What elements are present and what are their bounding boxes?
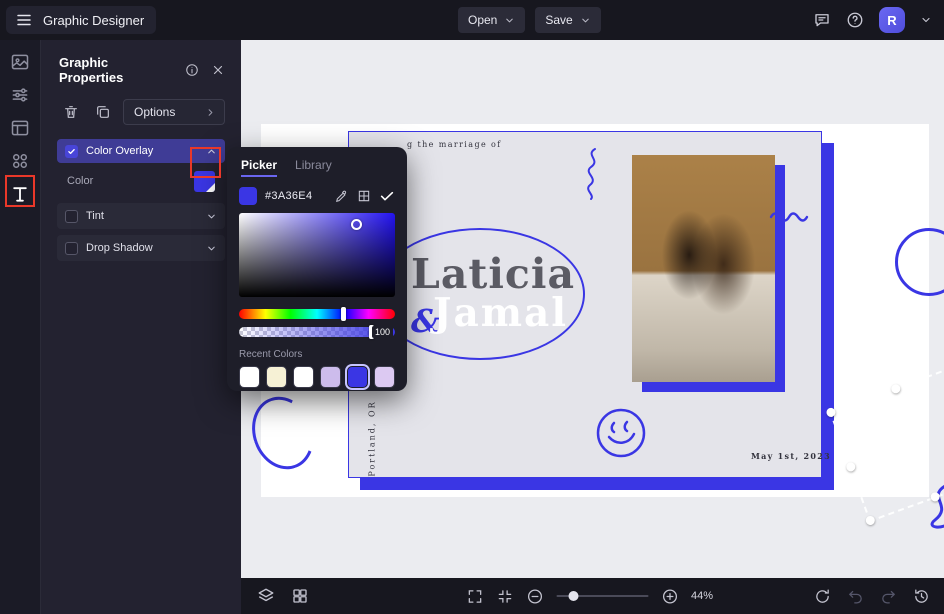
close-icon[interactable]	[211, 63, 225, 77]
fullscreen-icon[interactable]	[466, 588, 483, 605]
recent-colors-label: Recent Colors	[239, 349, 303, 360]
sidebar-item-elements[interactable]	[10, 151, 30, 171]
chevron-down-icon	[504, 15, 515, 26]
tool-rail	[0, 40, 40, 614]
panel-title: Graphic Properties	[59, 55, 124, 85]
smiley-doodle[interactable]	[594, 406, 648, 460]
sidebar-item-adjust[interactable]	[10, 85, 30, 105]
overlay-color-swatch[interactable]	[194, 170, 215, 192]
recent-color-swatch[interactable]	[293, 366, 314, 388]
save-button-label: Save	[545, 13, 573, 27]
color-row-label: Color	[67, 175, 94, 187]
drop-shadow-label: Drop Shadow	[86, 242, 153, 254]
recent-color-swatch[interactable]	[239, 366, 260, 388]
location-text[interactable]: Portland, OR	[368, 394, 377, 484]
eyedropper-icon[interactable]	[335, 189, 349, 203]
delete-button[interactable]	[59, 100, 83, 124]
saturation-value-area[interactable]	[239, 213, 395, 297]
duplicate-button[interactable]	[91, 100, 115, 124]
color-row: Color	[41, 169, 241, 199]
topbar: Graphic Designer Open Save R	[0, 0, 944, 40]
section-drop-shadow[interactable]: Drop Shadow	[57, 235, 225, 261]
undo-icon[interactable]	[847, 588, 864, 605]
info-icon[interactable]	[185, 63, 199, 77]
recent-color-swatch[interactable]	[266, 366, 287, 388]
drop-shadow-checkbox[interactable]	[65, 241, 78, 255]
options-button-label: Options	[134, 105, 176, 119]
recent-colors-row	[227, 366, 407, 388]
zoom-out-icon[interactable]	[526, 588, 543, 605]
chevron-down-icon	[206, 243, 217, 254]
opacity-value: 100	[371, 326, 393, 338]
zoom-slider[interactable]	[556, 591, 648, 601]
app-menu[interactable]: Graphic Designer	[6, 6, 157, 34]
color-overlay-label: Color Overlay	[86, 145, 154, 157]
color-picker-popup: Picker Library #3A36E4 100 Recent Colors	[227, 147, 407, 391]
feedback-comment-icon[interactable]	[813, 11, 831, 29]
app-title: Graphic Designer	[43, 12, 145, 28]
zoom-slider-handle[interactable]	[568, 591, 578, 601]
name-second-text[interactable]: Jamal	[433, 290, 568, 336]
sidebar-item-text[interactable]	[10, 184, 30, 204]
options-button[interactable]: Options	[123, 99, 225, 125]
caption-text[interactable]: g the marriage of	[407, 140, 502, 149]
section-tint[interactable]: Tint	[57, 203, 225, 229]
open-button-label: Open	[468, 13, 498, 27]
recent-color-swatch[interactable]	[320, 366, 341, 388]
redo-icon[interactable]	[880, 588, 897, 605]
opacity-slider[interactable]: 100	[239, 325, 395, 339]
sidebar-item-layout[interactable]	[10, 118, 30, 138]
help-icon[interactable]	[846, 11, 864, 29]
refresh-icon[interactable]	[814, 588, 831, 605]
resize-handle[interactable]	[889, 383, 902, 395]
layers-icon[interactable]	[257, 587, 275, 605]
history-icon[interactable]	[913, 588, 930, 605]
zoom-level-value[interactable]: 44%	[691, 590, 719, 602]
confirm-check-icon[interactable]	[379, 188, 395, 204]
date-text[interactable]: May 1st, 2023	[751, 451, 831, 461]
circle-doodle-right[interactable]	[895, 228, 944, 296]
tint-checkbox[interactable]	[65, 209, 78, 223]
chevron-down-icon	[580, 15, 591, 26]
sv-cursor[interactable]	[351, 219, 362, 230]
open-button[interactable]: Open	[458, 7, 526, 33]
chevron-right-icon	[205, 107, 216, 118]
arc-doodle-left[interactable]	[242, 387, 324, 479]
chevron-down-icon	[206, 211, 217, 222]
fit-to-screen-icon[interactable]	[496, 588, 513, 605]
account-chevron-down-icon[interactable]	[920, 14, 932, 26]
couple-photo[interactable]	[632, 155, 775, 382]
tint-label: Tint	[86, 210, 104, 222]
avatar[interactable]: R	[879, 7, 905, 33]
pages-grid-icon[interactable]	[291, 587, 309, 605]
color-overlay-checkbox[interactable]	[65, 144, 78, 158]
recent-color-swatch[interactable]	[374, 366, 395, 388]
recent-color-swatch-selected[interactable]	[347, 366, 368, 388]
save-button[interactable]: Save	[535, 7, 601, 33]
zoom-in-icon[interactable]	[661, 588, 678, 605]
section-color-overlay[interactable]: Color Overlay	[57, 139, 225, 163]
tab-picker[interactable]: Picker	[241, 158, 278, 177]
swatch-grid-icon[interactable]	[357, 189, 371, 203]
zigzag-squiggle[interactable]	[581, 146, 603, 202]
tab-library[interactable]: Library	[295, 158, 332, 177]
hue-slider-handle[interactable]	[341, 307, 346, 321]
sidebar-item-media[interactable]	[10, 52, 30, 72]
hamburger-icon[interactable]	[15, 11, 33, 29]
chevron-up-icon	[206, 146, 217, 157]
wave-squiggle[interactable]	[769, 208, 809, 222]
hex-value-input[interactable]: #3A36E4	[265, 190, 327, 202]
properties-panel: Graphic Properties Options Color Overlay	[40, 40, 241, 614]
current-color-swatch	[239, 187, 257, 205]
bottom-toolbar: 44%	[241, 578, 944, 614]
hue-slider[interactable]	[239, 307, 395, 321]
